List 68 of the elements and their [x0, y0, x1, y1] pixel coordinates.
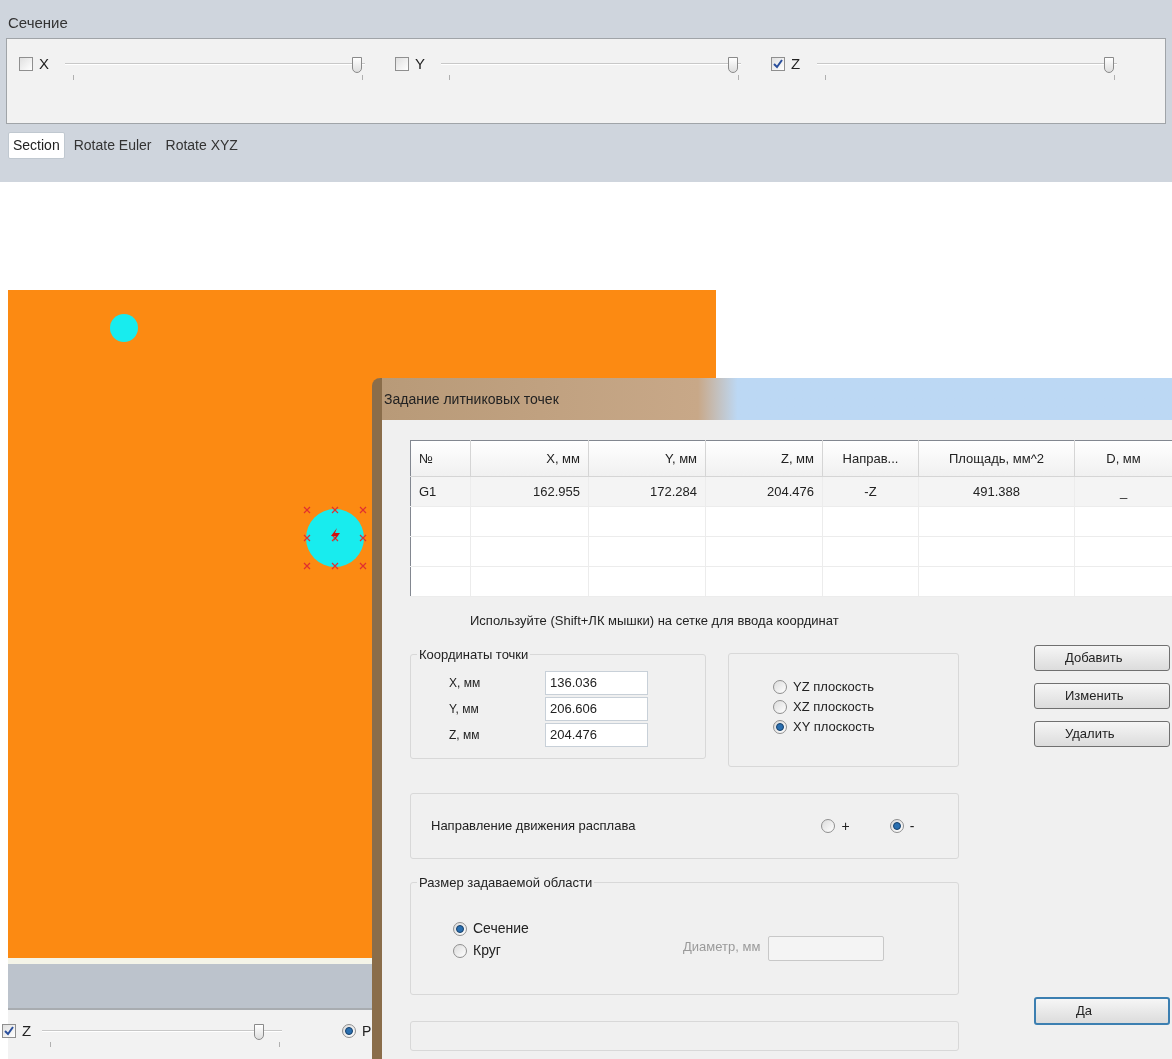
hint-text: Используйте (Shift+ЛК мышки) на сетке для ввода координат	[470, 612, 840, 630]
axis-label: X	[39, 57, 50, 71]
checkbox[interactable]	[2, 1024, 16, 1038]
slider[interactable]	[441, 57, 741, 81]
field-label: Диаметр, мм	[683, 938, 761, 956]
column-header[interactable]: Площадь, мм^2	[918, 440, 1075, 477]
tab[interactable]: Rotate Euler	[68, 132, 157, 159]
radio-label: Сечение	[473, 919, 529, 938]
column-header[interactable]: X, мм	[470, 440, 589, 477]
dialog-button[interactable]: Изменить	[1034, 683, 1170, 709]
tab[interactable]: Rotate XYZ	[160, 132, 243, 159]
dialog-title: Задание литниковых точек	[382, 378, 1172, 420]
tab[interactable]: Section	[8, 132, 65, 159]
checkbox[interactable]	[771, 57, 785, 71]
diameter-field[interactable]	[768, 935, 885, 961]
radio-button[interactable]	[889, 819, 904, 833]
coordinate-field[interactable]: 206.606	[545, 696, 648, 721]
radio-button[interactable]	[342, 1024, 356, 1038]
axis-label: Z	[791, 57, 802, 71]
radio-label: XY плоскость	[793, 718, 875, 737]
group-title: Размер задаваемой области	[418, 874, 594, 892]
radio-label: Р	[362, 1024, 372, 1038]
table-cell: G1	[410, 476, 471, 507]
checkbox[interactable]	[19, 57, 33, 71]
axis-label: Y	[415, 57, 426, 71]
table-cell: _	[1074, 476, 1172, 507]
direction-label: Направление движения расплава	[431, 817, 637, 836]
table-cell: 491.388	[918, 476, 1075, 507]
slider-thumb[interactable]	[728, 57, 739, 73]
table-cell: 204.476	[705, 476, 823, 507]
table-cell: 162.955	[470, 476, 589, 507]
radio-button[interactable]	[453, 943, 467, 958]
table-cell: -Z	[822, 476, 919, 507]
radio-label: -	[909, 816, 915, 836]
slider[interactable]	[42, 1024, 282, 1048]
radio-label: Круг	[473, 941, 501, 960]
radio-button[interactable]	[773, 720, 787, 734]
axis-label: Z	[22, 1024, 33, 1038]
column-header[interactable]: Z, мм	[705, 440, 823, 477]
column-header[interactable]: Y, мм	[588, 440, 706, 477]
gate-point-icon	[109, 313, 139, 343]
checkbox[interactable]	[395, 57, 409, 71]
ok-button[interactable]: Да	[1034, 997, 1170, 1025]
column-header[interactable]: №	[410, 440, 471, 477]
radio-label: +	[841, 816, 850, 836]
field-label: X, мм	[449, 674, 482, 692]
radio-button[interactable]	[773, 700, 787, 714]
radio-button[interactable]	[453, 921, 467, 936]
field-label: Y, мм	[449, 700, 480, 718]
slider-thumb[interactable]	[253, 1024, 264, 1040]
dialog-button[interactable]: Удалить	[1034, 721, 1170, 747]
slider-thumb[interactable]	[1104, 57, 1115, 73]
radio-label: XZ плоскость	[793, 698, 874, 717]
field-label: Z, мм	[449, 726, 481, 744]
radio-button[interactable]	[821, 819, 836, 833]
radio-button[interactable]	[773, 680, 787, 694]
coordinate-field[interactable]: 136.036	[545, 670, 648, 695]
slider-thumb[interactable]	[352, 57, 363, 73]
table-cell: 172.284	[588, 476, 706, 507]
dialog-button[interactable]: Добавить	[1034, 645, 1170, 671]
column-header[interactable]: Направ...	[822, 440, 919, 477]
coordinate-field[interactable]: 204.476	[545, 722, 648, 747]
panel-title: Сечение	[7, 13, 69, 33]
radio-label: YZ плоскость	[793, 678, 874, 697]
slider[interactable]	[65, 57, 365, 81]
column-header[interactable]: D, мм	[1074, 440, 1172, 477]
group-title: Координаты точки	[418, 646, 530, 664]
slider[interactable]	[817, 57, 1117, 81]
